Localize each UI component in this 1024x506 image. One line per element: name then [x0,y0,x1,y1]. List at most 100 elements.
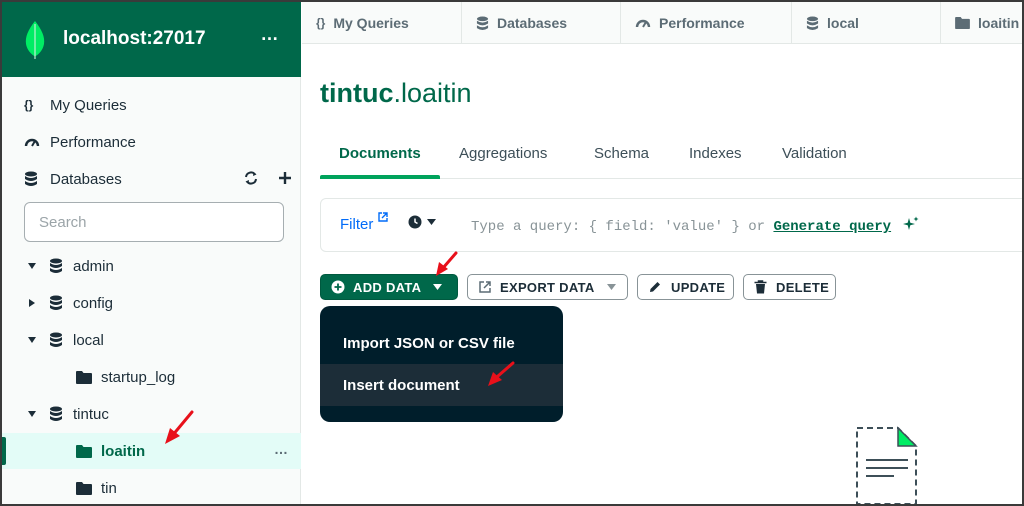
refresh-icon[interactable] [241,168,261,188]
sidebar-item-my-queries[interactable]: {} My Queries [24,92,284,118]
caret-down-icon[interactable] [27,335,37,345]
tab-label: Databases [497,15,568,31]
empty-document-icon [856,426,918,504]
workspace-tabs: {} My Queries Databases Performance loca… [302,2,1022,44]
sidebar-search-input[interactable] [24,202,284,242]
tree-item-label: startup_log [101,369,176,386]
sidebar-item-performance[interactable]: Performance [24,129,284,155]
update-button[interactable]: UPDATE [637,274,734,300]
database-icon [476,16,489,31]
tab-label: My Queries [333,15,409,31]
database-icon [806,16,819,31]
tab-performance[interactable]: Performance [621,2,792,44]
database-icon [49,295,63,311]
annotation-arrow-icon [436,251,458,276]
connection-name: localhost:27017 [63,28,206,49]
folder-icon [955,17,970,29]
tree-item-database[interactable]: tintuc [2,396,301,432]
query-placeholder: Type a query: { field: 'value' } or [471,219,774,235]
page-title: tintuc.loaitin [320,78,472,109]
menu-item-insert-document[interactable]: Insert document [320,364,563,406]
caret-down-icon [433,284,443,290]
folder-icon [76,445,92,458]
gauge-icon [24,136,44,148]
generate-query-link[interactable]: Generate query [773,219,891,235]
database-icon [49,332,63,348]
sidebar-item-label: My Queries [50,96,127,114]
filter-link[interactable]: Filter [340,216,373,233]
delete-label: DELETE [776,279,830,295]
namespace-collection: loaitin [401,78,472,108]
namespace-database: tintuc [320,78,394,108]
tree-item-label: local [73,332,104,349]
tab-aggregations[interactable]: Aggregations [459,145,547,162]
caret-right-icon[interactable] [27,298,37,308]
caret-down-icon [427,219,436,225]
database-icon [49,406,63,422]
tree-item-label: tin [101,480,117,497]
caret-down-icon[interactable] [27,409,37,419]
collection-tabs: Documents Aggregations Schema Indexes Va… [320,134,1022,179]
tab-loaitin[interactable]: loaitin [941,2,1022,44]
caret-down-icon [606,284,616,290]
tree-item-database[interactable]: config [2,285,301,321]
tree-item-database[interactable]: local [2,322,301,358]
database-icon [24,171,44,187]
annotation-arrow-icon [488,361,515,386]
braces-icon: {} [24,98,34,112]
add-data-label: ADD DATA [353,279,422,295]
tab-label: loaitin [978,15,1020,31]
sparkle-icon [903,216,919,230]
namespace-separator: . [393,78,402,108]
active-indicator [2,437,6,465]
menu-item-import-file[interactable]: Import JSON or CSV file [320,322,563,364]
connection-header: localhost:27017 … [2,2,301,77]
trash-icon [754,280,767,294]
tree-item-collection-active[interactable]: loaitin … [2,433,301,469]
export-data-button[interactable]: EXPORT DATA [467,274,628,300]
braces-icon: {} [316,16,326,30]
delete-button[interactable]: DELETE [743,274,836,300]
clock-icon [408,215,422,229]
tab-schema[interactable]: Schema [594,145,649,162]
database-actions [241,168,295,188]
pencil-icon [650,282,660,292]
annotation-arrow-icon [165,410,194,444]
tree-item-label: loaitin [101,443,146,460]
query-input[interactable]: Type a query: { field: 'value' } or Gene… [471,216,919,235]
update-label: UPDATE [671,279,726,295]
connection-options-icon[interactable]: … [258,24,282,48]
sidebar-item-label: Databases [50,170,122,188]
tab-documents[interactable]: Documents [339,145,421,162]
folder-icon [76,371,92,384]
query-history-button[interactable] [408,215,436,229]
plus-circle-icon [331,280,345,294]
mongodb-leaf-icon [25,21,45,59]
tree-item-database[interactable]: admin [2,248,301,284]
tree-item-label: tintuc [73,406,109,423]
tab-local[interactable]: local [792,2,941,44]
sidebar-item-databases[interactable]: Databases [24,166,224,192]
sidebar: localhost:27017 … {} My Queries Performa… [2,2,301,504]
caret-down-icon[interactable] [27,261,37,271]
tab-my-queries[interactable]: {} My Queries [302,2,462,44]
export-icon [479,281,491,293]
tab-indexes[interactable]: Indexes [689,145,742,162]
tab-databases[interactable]: Databases [462,2,621,44]
tree-item-collection[interactable]: startup_log [2,359,301,395]
external-link-icon [378,212,388,222]
export-data-label: EXPORT DATA [500,279,595,295]
query-bar: Filter Type a query: { field: 'value' } … [320,198,1022,252]
tab-label: local [827,15,859,31]
tree-item-collection[interactable]: tin [2,470,301,504]
active-tab-underline [320,175,440,179]
tab-validation[interactable]: Validation [782,145,847,162]
collection-options-icon[interactable]: … [274,441,289,457]
database-icon [49,258,63,274]
gauge-icon [635,17,651,29]
add-database-icon[interactable] [275,168,295,188]
folder-icon [76,482,92,495]
sidebar-item-label: Performance [50,133,136,151]
tree-item-label: config [73,295,114,312]
tab-label: Performance [659,15,745,31]
